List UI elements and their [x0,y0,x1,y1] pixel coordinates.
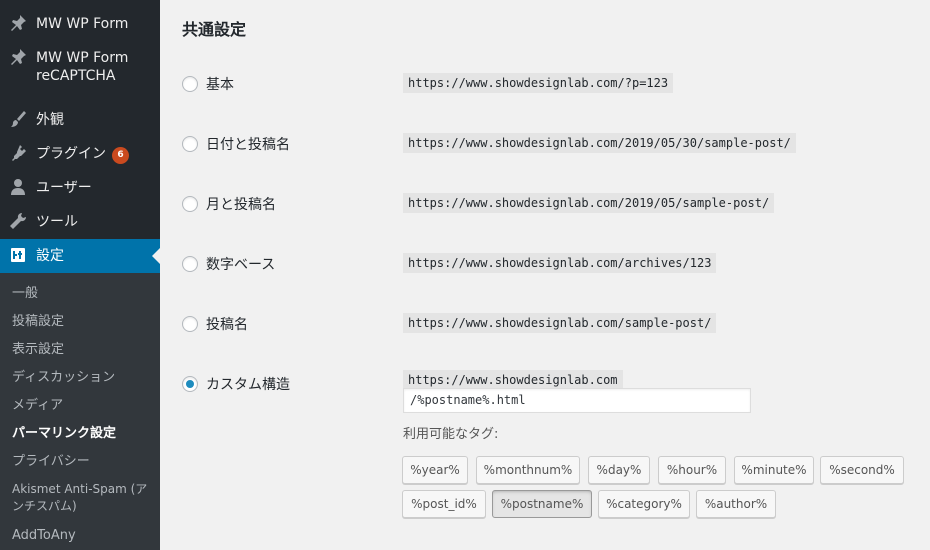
permalink-option-month-name: 月と投稿名 https://www.showdesignlab.com/2019… [160,190,930,220]
option-label[interactable]: 日付と投稿名 [206,134,290,154]
tag-button-post-id[interactable]: %post_id% [402,490,486,518]
pushpin-icon [8,14,28,34]
radio-day-name[interactable] [182,136,198,152]
tag-button-postname[interactable]: %postname% [492,490,592,518]
permalink-option-day-name: 日付と投稿名 https://www.showdesignlab.com/201… [160,130,930,160]
section-title: 共通設定 [182,20,247,39]
radio-month-name[interactable] [182,196,198,212]
menu-item-appearance[interactable]: 外観 [0,108,160,132]
submenu-item-reading[interactable]: 表示設定 [12,341,157,359]
permalink-option-numeric: 数字ベース https://www.showdesignlab.com/arch… [160,250,930,280]
option-label[interactable]: 基本 [206,74,234,94]
option-label[interactable]: 数字ベース [206,254,275,274]
submenu-item-discussion[interactable]: ディスカッション [12,369,157,387]
radio-numeric[interactable] [182,256,198,272]
menu-label: 外観 [36,112,64,128]
permalink-option-post-name: 投稿名 https://www.showdesignlab.com/sample… [160,310,930,340]
menu-item-settings[interactable]: 設定 [0,239,160,273]
menu-label: ツール [36,214,78,230]
tag-button-monthnum[interactable]: %monthnum% [476,456,580,484]
radio-custom[interactable] [182,376,198,392]
custom-base-url: https://www.showdesignlab.com [403,370,623,390]
available-tags-label: 利用可能なタグ: [403,427,499,442]
tag-button-second[interactable]: %second% [820,456,904,484]
tag-button-year[interactable]: %year% [402,456,468,484]
submenu-item-permalinks[interactable]: パーマリンク設定 [12,425,157,443]
paintbrush-icon [8,110,28,130]
custom-structure-input[interactable]: /%postname%.html [403,388,751,413]
menu-item-mw-wp-form-recaptcha[interactable]: MW WP Form reCAPTCHA [0,46,160,90]
pushpin-icon [8,48,28,68]
option-label[interactable]: カスタム構造 [206,374,290,394]
menu-item-mw-wp-form[interactable]: MW WP Form [0,12,160,36]
submenu-item-privacy[interactable]: プライバシー [12,453,157,471]
menu-item-users[interactable]: ユーザー [0,176,160,200]
settings-submenu: 一般 投稿設定 表示設定 ディスカッション メディア パーマリンク設定 プライバ… [0,273,160,550]
permalink-settings-main: 共通設定 基本 https://www.showdesignlab.com/?p… [160,0,930,550]
menu-item-tools[interactable]: ツール [0,210,160,234]
tag-button-hour[interactable]: %hour% [658,456,726,484]
active-indicator [152,248,160,264]
submenu-item-general[interactable]: 一般 [12,285,157,303]
settings-icon [8,246,28,266]
wrench-icon [8,212,28,232]
tag-button-minute[interactable]: %minute% [734,456,814,484]
submenu-item-media[interactable]: メディア [12,397,157,415]
user-icon [8,178,28,198]
example-url: https://www.showdesignlab.com/?p=123 [403,73,674,93]
submenu-item-writing[interactable]: 投稿設定 [12,313,157,331]
option-label[interactable]: 月と投稿名 [206,194,276,214]
radio-post-name[interactable] [182,316,198,332]
submenu-item-akismet[interactable]: Akismet Anti-Spam (アンチスパム) [12,481,157,515]
option-label[interactable]: 投稿名 [206,314,248,334]
menu-label: ユーザー [36,180,92,196]
menu-label: 設定 [36,248,64,264]
submenu-item-addtoany[interactable]: AddToAny [12,527,157,545]
example-url: https://www.showdesignlab.com/2019/05/sa… [403,193,775,213]
tag-button-category[interactable]: %category% [598,490,690,518]
example-url: https://www.showdesignlab.com/sample-pos… [403,313,717,333]
example-url: https://www.showdesignlab.com/archives/1… [403,253,717,273]
menu-label: MW WP Form [36,16,129,32]
radio-plain[interactable] [182,76,198,92]
update-count-badge: 6 [112,147,129,164]
tag-button-day[interactable]: %day% [588,456,650,484]
tag-button-author[interactable]: %author% [696,490,776,518]
example-url: https://www.showdesignlab.com/2019/05/30… [403,133,796,153]
plugin-icon [8,144,28,164]
admin-sidebar: MW WP Form MW WP Form reCAPTCHA 外観 プラグイン… [0,0,160,550]
menu-label: MW WP Form reCAPTCHA [36,50,129,84]
menu-label: プラグイン [36,146,106,162]
permalink-option-plain: 基本 https://www.showdesignlab.com/?p=123 [160,70,930,100]
menu-item-plugins[interactable]: プラグイン 6 [0,142,160,166]
